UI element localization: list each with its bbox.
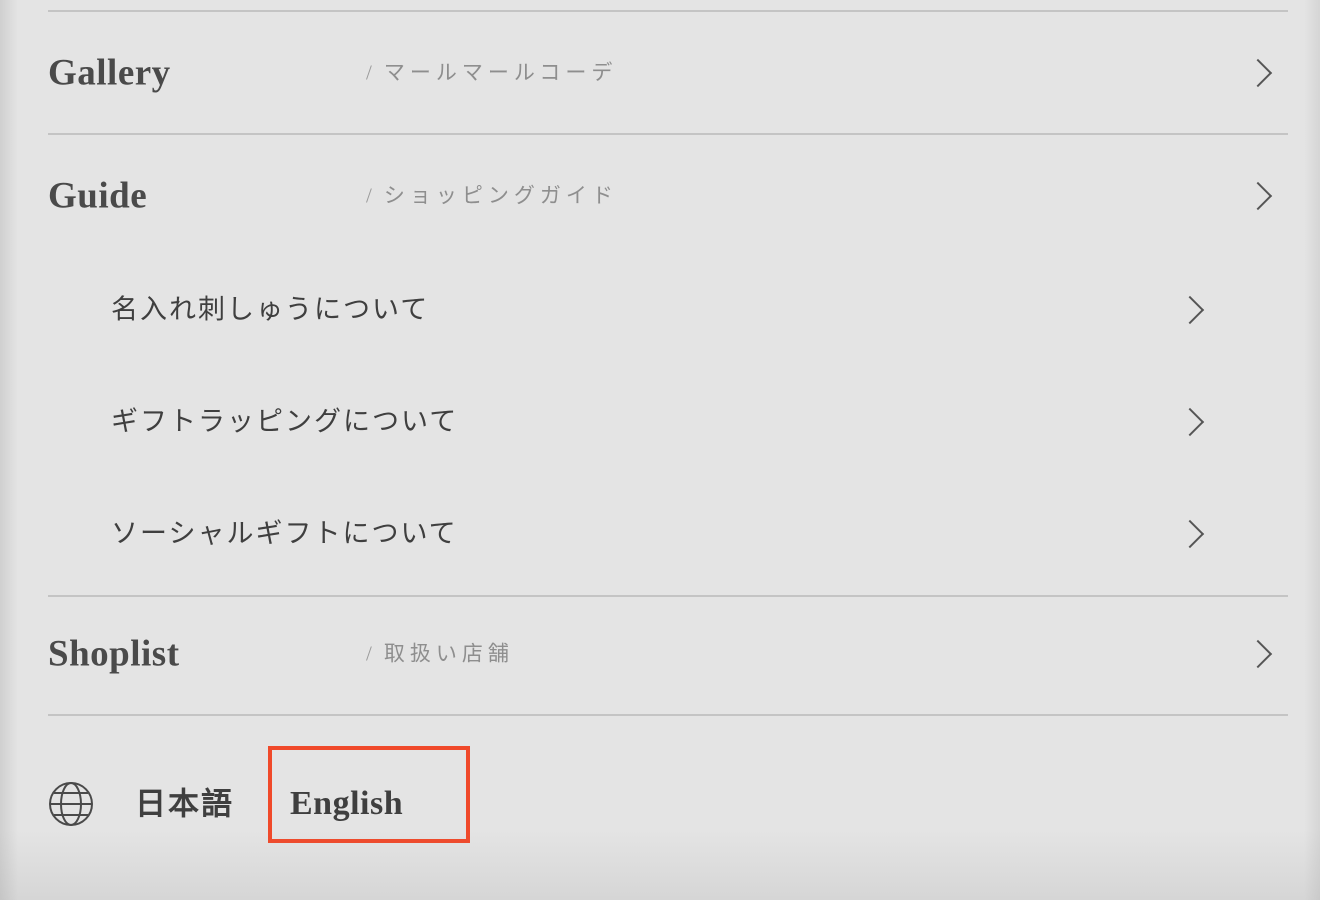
chevron-right-icon[interactable]	[1176, 296, 1204, 324]
chevron-right-icon[interactable]	[1244, 640, 1272, 668]
chevron-right-icon[interactable]	[1244, 182, 1272, 210]
slash-separator: /	[366, 642, 384, 666]
chevron-right-icon[interactable]	[1176, 408, 1204, 436]
globe-icon	[48, 781, 94, 827]
nav-item-gallery[interactable]: Gallery /マールマールコーデ	[0, 12, 1320, 134]
nav-item-guide-subtitle: /ショッピングガイド	[366, 186, 618, 207]
nav-item-shoplist[interactable]: Shoplist /取扱い店舗	[0, 593, 1320, 715]
nav-item-shoplist-subtitle: /取扱い店舗	[366, 644, 514, 665]
nav-item-gallery-subtitle-text: マールマールコーデ	[384, 61, 618, 85]
nav-item-shoplist-title: Shoplist	[48, 636, 180, 673]
chevron-right-icon[interactable]	[1244, 59, 1272, 87]
slash-separator: /	[366, 184, 384, 208]
nav-subitem-gift-wrapping[interactable]: ギフトラッピングについて	[0, 366, 1320, 478]
nav-subitem-label: ソーシャルギフトについて	[111, 521, 458, 548]
language-option-japanese[interactable]: 日本語	[135, 789, 234, 820]
nav-subitem-social-gift[interactable]: ソーシャルギフトについて	[0, 478, 1320, 590]
nav-item-shoplist-subtitle-text: 取扱い店舗	[384, 642, 514, 666]
nav-subitem-label: ギフトラッピングについて	[111, 409, 458, 436]
nav-item-guide-title: Guide	[48, 178, 147, 215]
nav-item-gallery-title: Gallery	[48, 55, 171, 92]
nav-subitem-label: 名入れ刺しゅうについて	[111, 297, 429, 324]
nav-item-guide[interactable]: Guide /ショッピングガイド	[0, 135, 1320, 257]
nav-item-guide-subtitle-text: ショッピングガイド	[384, 184, 618, 208]
chevron-right-icon[interactable]	[1176, 520, 1204, 548]
slash-separator: /	[366, 61, 384, 85]
language-option-english[interactable]: English	[290, 787, 403, 821]
navigation-menu-panel: Gallery /マールマールコーデ Guide /ショッピングガイド 名入れ刺…	[0, 0, 1320, 900]
nav-subitem-name-embroidery[interactable]: 名入れ刺しゅうについて	[0, 254, 1320, 366]
nav-item-gallery-subtitle: /マールマールコーデ	[366, 63, 617, 84]
language-selector: 日本語 English	[0, 714, 1320, 900]
